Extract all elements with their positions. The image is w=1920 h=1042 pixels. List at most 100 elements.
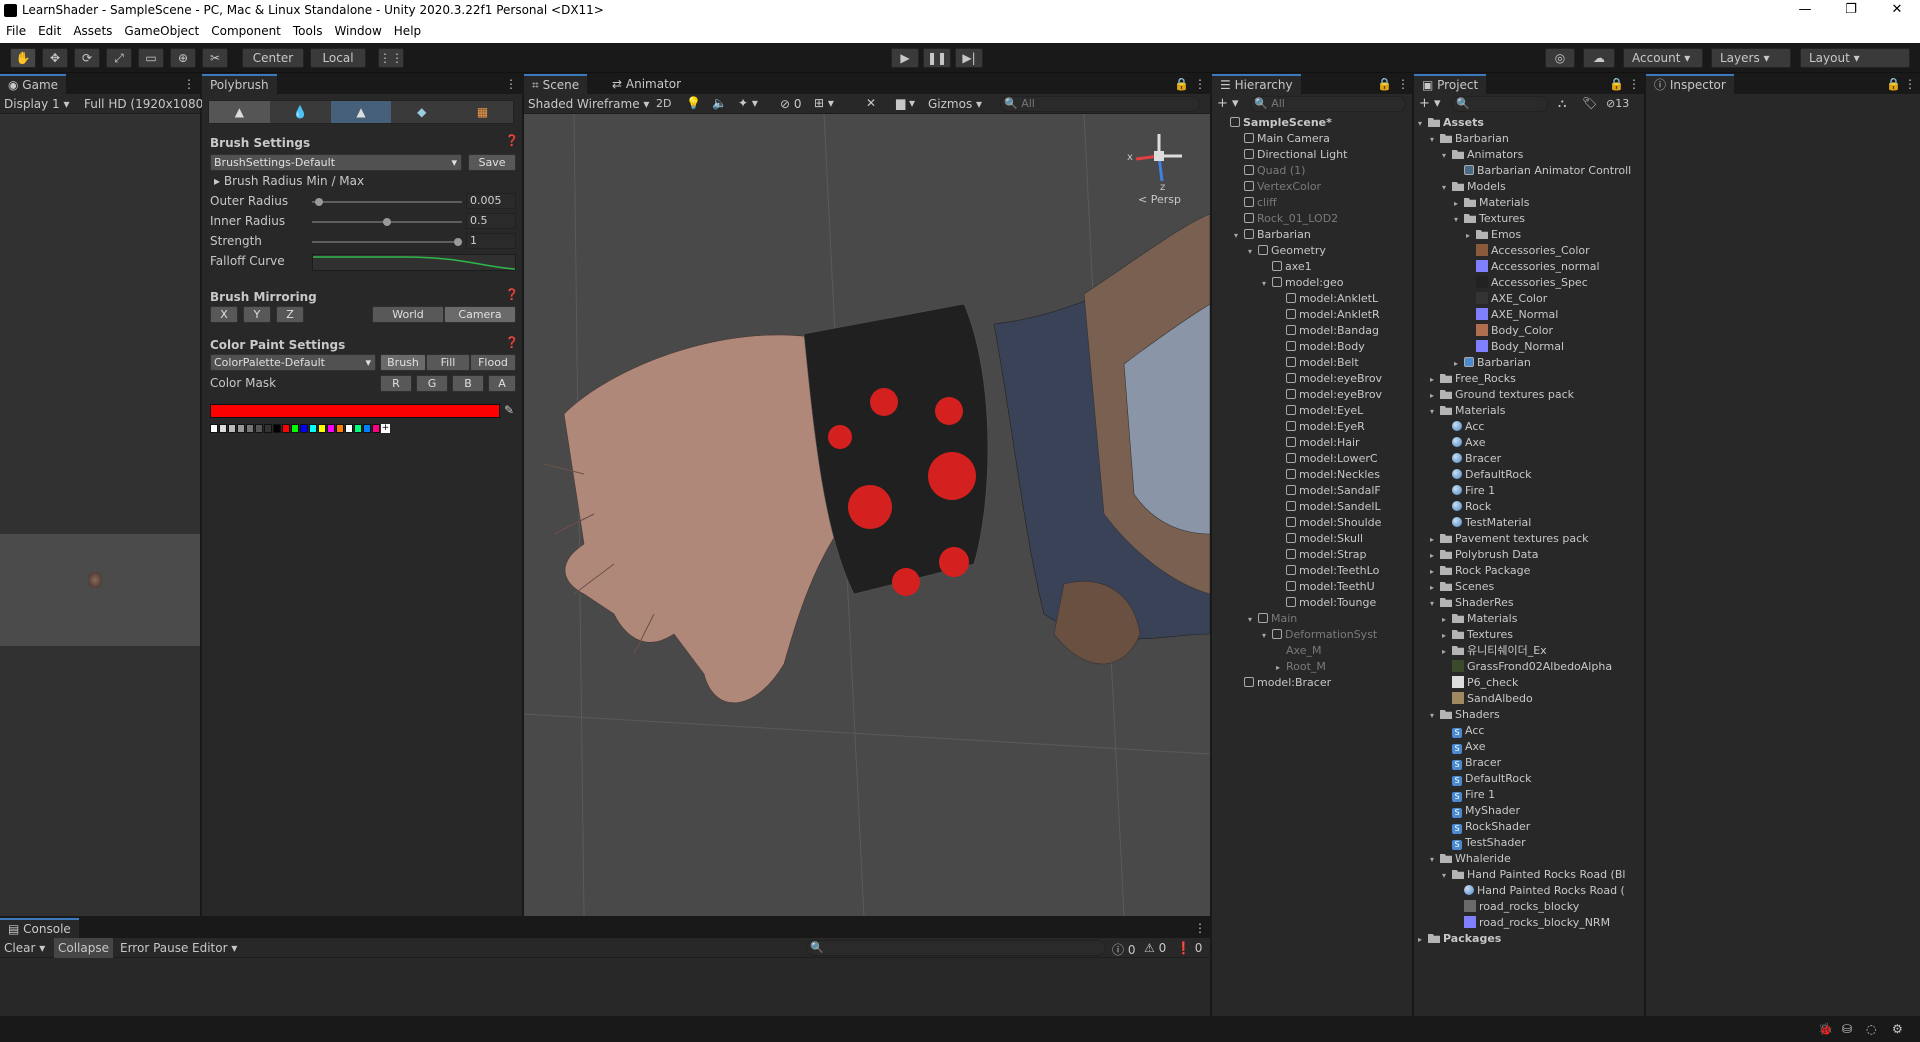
camera-settings-icon[interactable]: ▆ ▾ — [896, 96, 915, 110]
search-by-label-icon[interactable]: 🏷 — [1582, 96, 1597, 110]
eyedropper-icon[interactable]: ✎ — [504, 403, 514, 417]
project-item[interactable]: ▾ Animators — [1442, 148, 1523, 161]
project-item[interactable]: ▸ Materials — [1442, 612, 1517, 625]
lighting-toggle-icon[interactable]: 💡 — [686, 96, 701, 110]
project-item[interactable]: S Bracer — [1442, 756, 1501, 770]
project-item[interactable]: Fire 1 — [1442, 484, 1495, 497]
hierarchy-item[interactable]: model:EyeR — [1276, 420, 1365, 433]
color-swatch[interactable] — [255, 424, 263, 433]
expanded-arrow-icon[interactable]: ▾ — [1430, 709, 1440, 722]
grid-snap-icon[interactable]: ⋮⋮ — [378, 48, 404, 68]
inner-radius-field[interactable]: 0.5 — [466, 213, 516, 229]
project-item[interactable]: Barbarian Animator Controll — [1454, 164, 1631, 177]
project-add-button[interactable]: + ▾ — [1419, 96, 1441, 111]
project-item[interactable]: ▸ Pavement textures pack — [1430, 532, 1589, 545]
game-menu-icon[interactable]: ⋮ — [183, 77, 195, 91]
mirror-y-button[interactable]: Y — [243, 306, 271, 323]
polybrush-menu-icon[interactable]: ⋮ — [505, 77, 517, 91]
outer-radius-knob[interactable] — [314, 198, 323, 206]
gizmos-dropdown[interactable]: Gizmos ▾ — [928, 97, 982, 111]
project-item[interactable]: Accessories_normal — [1466, 260, 1600, 273]
project-item[interactable]: Rock — [1442, 500, 1491, 513]
hierarchy-item[interactable]: VertexColor — [1234, 180, 1321, 193]
hierarchy-item[interactable]: model:LowerC — [1276, 452, 1378, 465]
collapsed-arrow-icon[interactable]: ▸ — [1430, 565, 1440, 578]
menu-edit[interactable]: Edit — [32, 22, 67, 40]
pause-button[interactable]: ❚❚ — [923, 48, 951, 68]
color-swatch[interactable] — [354, 424, 362, 433]
project-item[interactable]: Bracer — [1442, 452, 1501, 465]
color-swatch[interactable] — [237, 424, 245, 433]
layout-dropdown[interactable]: Layout ▾ — [1800, 48, 1910, 68]
color-swatch[interactable] — [345, 424, 353, 433]
hierarchy-item[interactable]: model:Body — [1276, 340, 1365, 353]
close-button[interactable]: ✕ — [1874, 0, 1920, 22]
color-swatch[interactable] — [273, 424, 281, 433]
project-item[interactable]: ▾ Assets — [1418, 116, 1484, 129]
mirror-x-button[interactable]: X — [210, 306, 238, 323]
project-item[interactable]: S TestShader — [1442, 836, 1526, 850]
hierarchy-item[interactable]: Quad (1) — [1234, 164, 1305, 177]
color-swatch[interactable] — [327, 424, 335, 433]
project-item[interactable]: ▸ Barbarian — [1454, 356, 1531, 369]
progress-icon[interactable]: ◌ — [1866, 1022, 1876, 1036]
project-item[interactable]: Hand Painted Rocks Road ( — [1454, 884, 1625, 897]
menu-help[interactable]: Help — [388, 22, 427, 40]
brush-preset-dropdown[interactable]: BrushSettings-Default — [210, 154, 462, 171]
expanded-arrow-icon[interactable]: ▾ — [1442, 869, 1452, 882]
hierarchy-item[interactable]: model:Neckles — [1276, 468, 1380, 481]
hierarchy-menu-icon[interactable]: ⋮ — [1397, 77, 1409, 91]
project-item[interactable]: ▸ Rock Package — [1430, 564, 1530, 577]
current-color-swatch[interactable] — [210, 404, 500, 418]
color-swatch[interactable] — [264, 424, 272, 433]
hierarchy-item[interactable]: ▾ Geometry — [1248, 244, 1326, 257]
hierarchy-item[interactable]: model:Shoulde — [1276, 516, 1381, 529]
project-item[interactable]: S MyShader — [1442, 804, 1520, 818]
display-dropdown[interactable]: Display 1 ▾ — [4, 97, 70, 111]
hierarchy-item[interactable]: model:EyeL — [1276, 404, 1363, 417]
project-item[interactable]: ▾ Hand Painted Rocks Road (Bl — [1442, 868, 1625, 881]
expanded-arrow-icon[interactable]: ▾ — [1430, 405, 1440, 418]
paint-fill-button[interactable]: Fill — [426, 354, 470, 371]
brush-help-icon[interactable]: ❓ — [505, 134, 519, 147]
hierarchy-item[interactable]: cliff — [1234, 196, 1277, 209]
expanded-arrow-icon[interactable]: ▾ — [1248, 245, 1258, 258]
console-menu-icon[interactable]: ⋮ — [1194, 921, 1206, 935]
project-item[interactable]: ▾ ShaderRes — [1430, 596, 1514, 609]
hierarchy-item[interactable]: Axe_M — [1276, 644, 1321, 657]
resolution-dropdown[interactable]: Full HD (1920x1080) — [84, 97, 208, 111]
tab-console[interactable]: ▤ Console — [0, 918, 79, 938]
expanded-arrow-icon[interactable]: ▾ — [1418, 117, 1428, 130]
persp-label[interactable]: < Persp — [1138, 193, 1181, 206]
shading-mode-dropdown[interactable]: Shaded Wireframe ▾ — [528, 97, 649, 111]
hierarchy-item[interactable]: model:Hair — [1276, 436, 1360, 449]
expanded-arrow-icon[interactable]: ▾ — [1248, 613, 1258, 626]
hierarchy-item[interactable]: model:AnkletL — [1276, 292, 1378, 305]
move-tool-icon[interactable]: ✥ — [42, 48, 68, 68]
expanded-arrow-icon[interactable]: ▾ — [1234, 229, 1244, 242]
inner-radius-knob[interactable] — [383, 218, 391, 226]
step-button[interactable]: ▶| — [955, 48, 983, 68]
menu-assets[interactable]: Assets — [67, 22, 118, 40]
color-swatch[interactable] — [282, 424, 290, 433]
hierarchy-item[interactable]: model:Strap — [1276, 548, 1367, 561]
search-by-type-icon[interactable]: ⛬ — [1558, 96, 1566, 111]
mirror-camera-button[interactable]: Camera — [444, 306, 516, 323]
project-lock-icon[interactable]: 🔒 — [1609, 77, 1624, 91]
hierarchy-lock-icon[interactable]: 🔒 — [1377, 77, 1392, 91]
audio-toggle-icon[interactable]: 🔈 — [712, 96, 727, 110]
project-item[interactable]: ▸ Packages — [1418, 932, 1501, 945]
save-button[interactable]: Save — [468, 154, 516, 171]
project-item[interactable]: DefaultRock — [1442, 468, 1532, 481]
layers-dropdown[interactable]: Layers ▾ — [1711, 48, 1791, 68]
mask-a-button[interactable]: A — [488, 375, 516, 392]
console-editor-dropdown[interactable]: Editor ▾ — [192, 941, 237, 955]
prefab-mode-icon[interactable]: ◆ — [391, 101, 452, 123]
outer-radius-slider[interactable] — [312, 201, 462, 203]
grid-toggle-icon[interactable]: ⊞ ▾ — [814, 96, 834, 110]
hidden-objects-toggle[interactable]: ⊘ 0 — [780, 97, 802, 111]
tab-hierarchy[interactable]: ☰ Hierarchy — [1212, 74, 1301, 94]
strength-field[interactable]: 1 — [466, 233, 516, 249]
strength-slider[interactable] — [312, 241, 462, 243]
project-search-input[interactable]: 🔍 — [1452, 96, 1548, 112]
